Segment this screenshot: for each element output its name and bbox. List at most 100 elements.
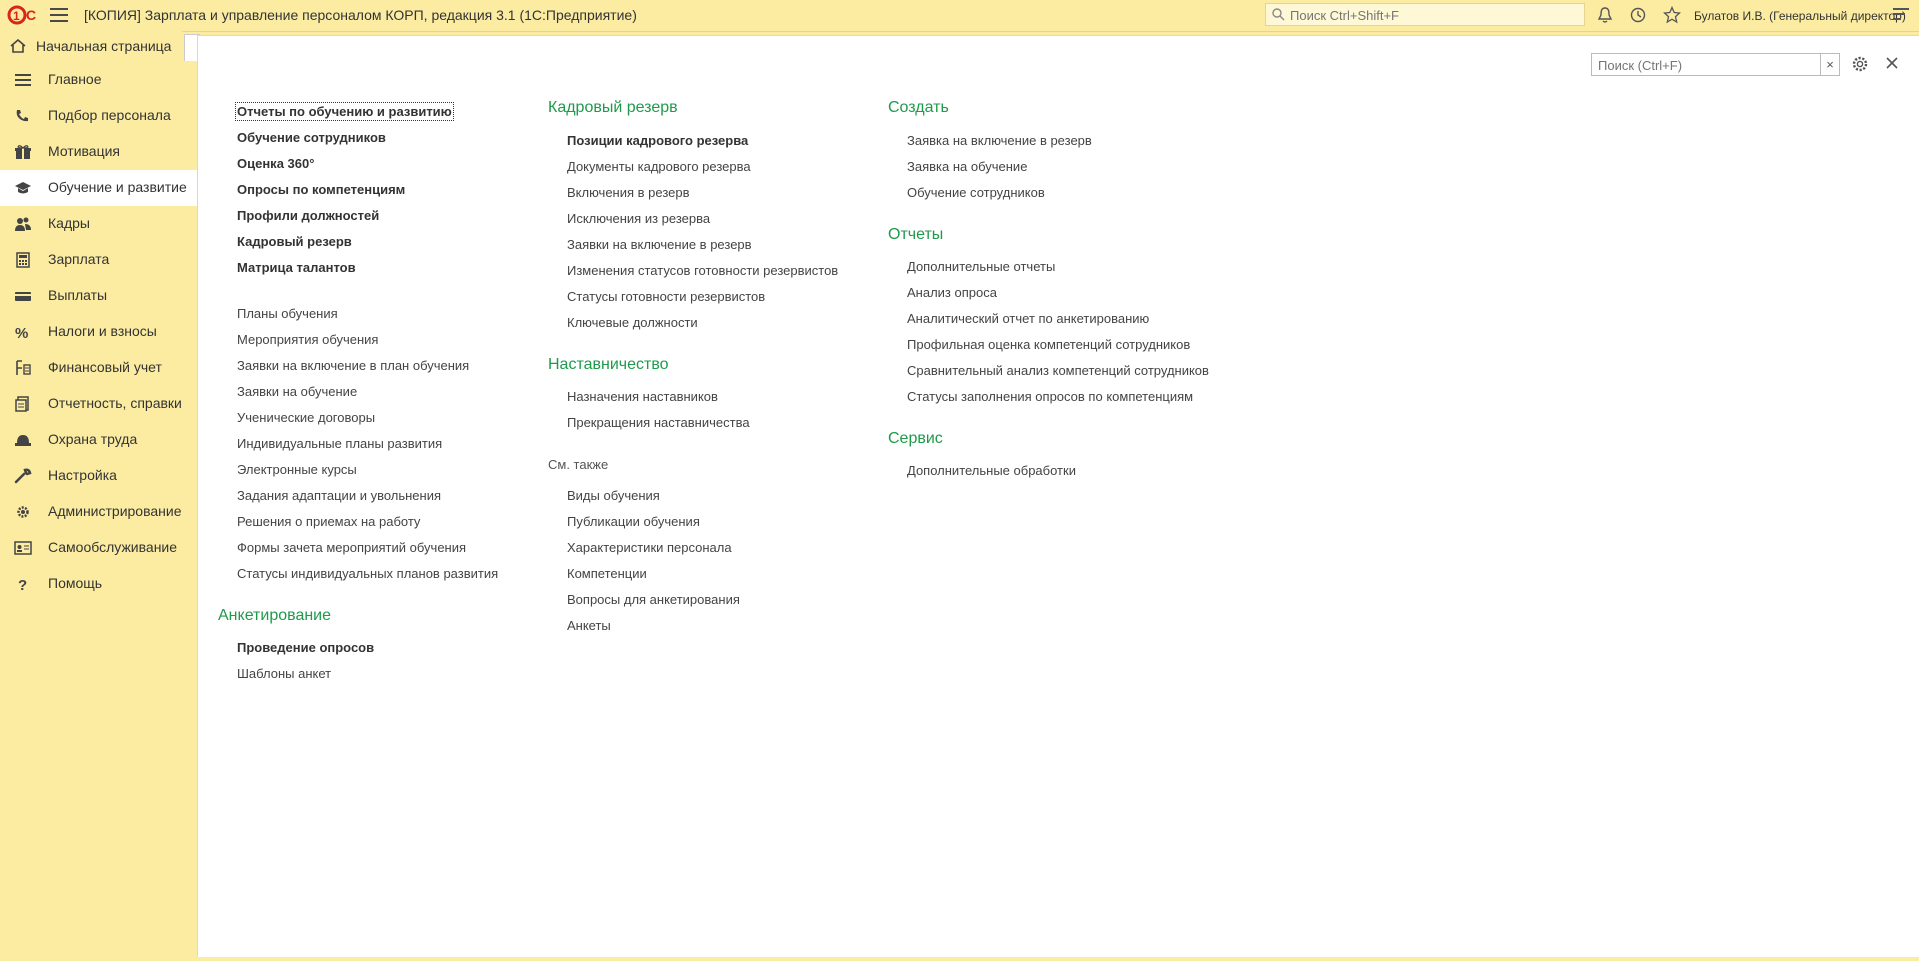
sidebar-item-label: Помощь [48, 575, 103, 591]
link-personnel-traits[interactable]: Характеристики персонала [567, 540, 732, 555]
link-plan-statuses[interactable]: Статусы индивидуальных планов развития [237, 566, 498, 581]
gear-icon[interactable] [1851, 55, 1869, 73]
link-training-requests[interactable]: Заявки на обучение [237, 384, 357, 399]
link-credit-forms[interactable]: Формы зачета мероприятий обучения [237, 540, 466, 555]
link-create-training-request[interactable]: Заявка на обучение [907, 159, 1027, 174]
sidebar-item-recruiting[interactable]: Подбор персонала [0, 98, 197, 134]
link-create-reserve-request[interactable]: Заявка на включение в резерв [907, 133, 1092, 148]
sidebar-item-label: Отчетность, справки [48, 395, 182, 411]
link-adaptation-tasks[interactable]: Задания адаптации и увольнения [237, 488, 441, 503]
link-survey-analytics[interactable]: Аналитический отчет по анкетированию [907, 311, 1149, 326]
section-heading-mentoring: Наставничество [548, 356, 669, 373]
sidebar-item-settings[interactable]: Настройка [0, 458, 197, 494]
link-readiness-changes[interactable]: Изменения статусов готовности резервисто… [567, 263, 838, 278]
link-competency-surveys[interactable]: Опросы по компетенциям [237, 182, 405, 197]
link-additional-reports[interactable]: Дополнительные отчеты [907, 259, 1055, 274]
1c-logo-icon[interactable]: 1 С [6, 4, 40, 26]
link-reserve-documents[interactable]: Документы кадрового резерва [567, 159, 751, 174]
sidebar-item-label: Финансовый учет [48, 359, 162, 375]
link-training-publications[interactable]: Публикации обучения [567, 514, 700, 529]
sidebar-item-hr[interactable]: Кадры [0, 206, 197, 242]
wrench-icon [14, 468, 32, 484]
history-icon[interactable] [1629, 6, 1647, 24]
sidebar-item-label: Обучение и развитие [48, 179, 187, 195]
link-create-employee-training[interactable]: Обучение сотрудников [907, 185, 1045, 200]
link-reserve-exclusions[interactable]: Исключения из резерва [567, 211, 710, 226]
link-talent-pool[interactable]: Кадровый резерв [237, 234, 352, 249]
link-survey-analysis[interactable]: Анализ опроса [907, 285, 997, 300]
link-plan-inclusion-requests[interactable]: Заявки на включение в план обучения [237, 358, 469, 373]
report-icon [15, 396, 29, 412]
sidebar-item-label: Охрана труда [48, 431, 138, 447]
calculator-icon [16, 252, 30, 268]
link-employee-training[interactable]: Обучение сотрудников [237, 130, 386, 145]
link-job-profiles[interactable]: Профили должностей [237, 208, 379, 223]
sidebar-item-admin[interactable]: Администрирование [0, 494, 197, 530]
link-training-types[interactable]: Виды обучения [567, 488, 660, 503]
link-conduct-surveys[interactable]: Проведение опросов [237, 640, 374, 655]
sidebar-item-taxes[interactable]: % Налоги и взносы [0, 314, 197, 350]
window-title: [КОПИЯ] Зарплата и управление персоналом… [84, 7, 637, 23]
percent-icon: % [15, 325, 28, 340]
gear-icon [17, 506, 29, 518]
global-search-input[interactable] [1288, 5, 1582, 26]
sidebar-item-self-service[interactable]: Самообслуживание [0, 530, 197, 566]
link-mentor-terminations[interactable]: Прекращения наставничества [567, 415, 750, 430]
tab-home-label: Начальная страница [36, 38, 172, 54]
sidebar-item-label: Зарплата [48, 251, 110, 267]
link-readiness-statuses[interactable]: Статусы готовности резервистов [567, 289, 765, 304]
link-additional-processing[interactable]: Дополнительные обработки [907, 463, 1076, 478]
link-development-plans[interactable]: Индивидуальные планы развития [237, 436, 442, 451]
sidebar-item-reporting[interactable]: Отчетность, справки [0, 386, 197, 422]
link-key-positions[interactable]: Ключевые должности [567, 315, 698, 330]
sidebar-item-safety[interactable]: Охрана труда [0, 422, 197, 458]
home-icon [10, 39, 26, 53]
bell-icon[interactable] [1596, 6, 1614, 24]
sidebar-item-help[interactable]: ? Помощь [0, 566, 197, 602]
link-talent-matrix[interactable]: Матрица талантов [237, 260, 356, 275]
link-survey-questions[interactable]: Вопросы для анкетирования [567, 592, 740, 607]
link-e-courses[interactable]: Электронные курсы [237, 462, 357, 477]
link-training-reports[interactable]: Отчеты по обучению и развитию [235, 102, 454, 121]
close-icon[interactable] [1884, 55, 1900, 71]
section-heading-service: Сервис [888, 430, 943, 447]
sidebar-item-finance[interactable]: Финансовый учет [0, 350, 197, 386]
link-survey-completion[interactable]: Статусы заполнения опросов по компетенци… [907, 389, 1193, 404]
link-questionnaires[interactable]: Анкеты [567, 618, 611, 633]
link-survey-templates[interactable]: Шаблоны анкет [237, 666, 331, 681]
sidebar-item-payments[interactable]: Выплаты [0, 278, 197, 314]
phone-icon [16, 110, 28, 122]
clear-search-button[interactable]: × [1820, 53, 1840, 76]
sidebar-item-motivation[interactable]: Мотивация [0, 134, 197, 170]
sidebar-item-label: Налоги и взносы [48, 323, 157, 339]
star-icon[interactable] [1663, 6, 1681, 24]
settings-menu-icon[interactable] [1893, 8, 1909, 23]
sidebar-item-label: Главное [48, 71, 102, 87]
link-reserve-positions[interactable]: Позиции кадрового резерва [567, 133, 748, 148]
link-reserve-inclusions[interactable]: Включения в резерв [567, 185, 690, 200]
svg-text:?: ? [18, 577, 27, 592]
link-360-review[interactable]: Оценка 360° [237, 156, 314, 171]
question-icon: ? [18, 577, 27, 592]
sidebar-item-label: Самообслуживание [48, 539, 178, 555]
link-competencies[interactable]: Компетенции [567, 566, 647, 581]
link-competency-comparison[interactable]: Сравнительный анализ компетенций сотрудн… [907, 363, 1209, 378]
panel-search[interactable] [1591, 53, 1827, 76]
panel-search-input[interactable] [1596, 55, 1810, 76]
sidebar-item-salary[interactable]: Зарплата [0, 242, 197, 278]
link-training-events[interactable]: Мероприятия обучения [237, 332, 378, 347]
svg-text:С: С [26, 7, 36, 23]
current-user[interactable]: Булатов И.В. (Генеральный директор) [1694, 9, 1906, 23]
link-competency-profile[interactable]: Профильная оценка компетенций сотруднико… [907, 337, 1190, 352]
global-search[interactable] [1265, 3, 1585, 26]
tab-home[interactable]: Начальная страница [0, 31, 182, 61]
link-reserve-requests[interactable]: Заявки на включение в резерв [567, 237, 752, 252]
link-mentor-assignments[interactable]: Назначения наставников [567, 389, 718, 404]
id-card-icon [14, 541, 32, 555]
sidebar-item-training[interactable]: Обучение и развитие [0, 170, 197, 206]
sidebar-item-main[interactable]: Главное [0, 62, 197, 98]
link-hiring-decisions[interactable]: Решения о приемах на работу [237, 514, 420, 529]
link-apprentice-contracts[interactable]: Ученические договоры [237, 410, 375, 425]
main-menu-icon[interactable] [50, 8, 68, 22]
link-training-plans[interactable]: Планы обучения [237, 306, 338, 321]
